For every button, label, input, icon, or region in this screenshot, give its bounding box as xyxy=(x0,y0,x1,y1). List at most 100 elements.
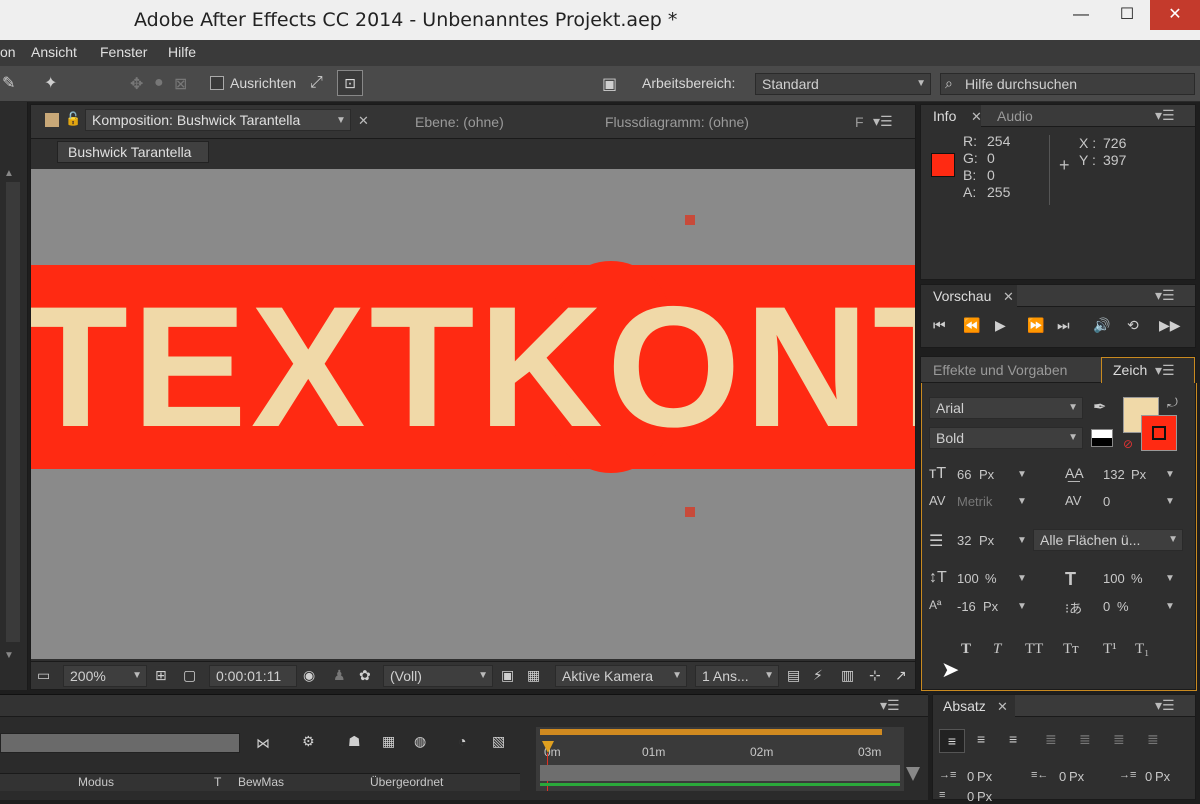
axis-tool-icon[interactable]: ✥ xyxy=(130,74,143,94)
subscript-button[interactable]: T₁ xyxy=(1135,641,1149,658)
pin-tool-icon[interactable]: ✦ xyxy=(44,73,57,93)
align-center-icon[interactable]: ≡ xyxy=(977,731,985,747)
exposure-icon[interactable]: ↗ xyxy=(895,667,907,684)
panel-menu-icon[interactable]: ▾☰ xyxy=(873,113,893,130)
faux-bold-button[interactable]: T xyxy=(961,641,971,658)
comp-name-chip[interactable]: Bushwick Tarantella xyxy=(57,141,209,163)
timeline-search-input[interactable] xyxy=(0,733,240,753)
chevron-down-icon[interactable]: ▼ xyxy=(1017,601,1027,612)
close-icon[interactable]: ✕ xyxy=(971,109,982,125)
chevron-down-icon[interactable]: ▼ xyxy=(1165,469,1175,480)
scroll-up-icon[interactable]: ▲ xyxy=(4,168,14,179)
close-button[interactable]: ✕ xyxy=(1150,0,1200,30)
help-search-input[interactable]: ⌕ Hilfe durchsuchen xyxy=(940,73,1195,95)
chevron-down-icon[interactable]: ▼ xyxy=(1017,573,1027,584)
close-icon[interactable]: ✕ xyxy=(997,699,1008,715)
shy-layers-icon[interactable]: ☗ xyxy=(348,733,361,750)
motion-blur-icon[interactable]: ◍ xyxy=(414,733,426,750)
resolution-dropdown[interactable]: (Voll) ▼ xyxy=(383,665,493,687)
close-icon[interactable]: ✕ xyxy=(358,113,369,129)
justify-left-icon[interactable]: ≣ xyxy=(1045,731,1057,748)
eyedropper-icon[interactable]: ✒ xyxy=(1093,397,1106,417)
tab-overflow[interactable]: F xyxy=(855,114,864,130)
font-style-dropdown[interactable]: Bold ▼ xyxy=(929,427,1083,449)
font-family-dropdown[interactable]: Arial ▼ xyxy=(929,397,1083,419)
layer-bar[interactable] xyxy=(540,765,900,781)
always-preview-icon[interactable]: ▭ xyxy=(37,667,50,684)
chevron-down-icon[interactable]: ▼ xyxy=(1165,573,1175,584)
justify-right-icon[interactable]: ≣ xyxy=(1113,731,1125,748)
tab-character[interactable]: Zeich xyxy=(1113,362,1147,378)
superscript-button[interactable]: T¹ xyxy=(1103,641,1117,658)
zoom-slider-icon[interactable] xyxy=(906,767,920,781)
work-area-bar[interactable] xyxy=(540,729,882,735)
panel-menu-icon[interactable]: ▾☰ xyxy=(880,697,900,714)
indent-right-value[interactable]: 0 xyxy=(1059,769,1066,784)
kerning-value[interactable]: Metrik xyxy=(957,494,992,509)
scrollbar[interactable] xyxy=(6,182,20,642)
space-before-value[interactable]: 0 xyxy=(967,789,974,804)
maximize-button[interactable]: ☐ xyxy=(1104,0,1150,30)
fast-preview-icon[interactable]: ⚡ xyxy=(813,667,823,684)
stroke-color-swatch[interactable] xyxy=(1141,415,1177,451)
snap-icon[interactable]: ⊡ xyxy=(337,70,363,96)
show-snapshot-icon[interactable]: ♟ xyxy=(333,667,346,684)
play-icon[interactable]: ▶ xyxy=(995,317,1006,334)
font-size-value[interactable]: 66 xyxy=(957,467,971,482)
no-fill-icon[interactable]: ⊘ xyxy=(1123,437,1133,451)
loop-icon[interactable]: ⟲ xyxy=(1127,317,1139,334)
camera-snapshot-icon[interactable]: ◉ xyxy=(303,667,315,684)
panel-menu-icon[interactable]: ▾☰ xyxy=(1155,287,1175,304)
camera-dropdown[interactable]: Aktive Kamera ▼ xyxy=(555,665,687,687)
menu-item-window[interactable]: Fenster xyxy=(100,44,147,60)
tab-preview[interactable]: Vorschau xyxy=(933,288,991,304)
ram-preview-icon[interactable]: ▶▶ xyxy=(1159,317,1181,334)
toggle-pixel-icon[interactable]: ▤ xyxy=(787,667,800,684)
all-caps-button[interactable]: TT xyxy=(1025,641,1043,658)
draft-3d-icon[interactable]: ⚙ xyxy=(302,733,315,750)
region-of-interest-icon[interactable]: ▣ xyxy=(501,667,514,684)
panel-menu-icon[interactable]: ▾☰ xyxy=(1155,362,1175,379)
stroke-mode-dropdown[interactable]: Alle Flächen ü... ▼ xyxy=(1033,529,1183,551)
tab-effects-presets[interactable]: Effekte und Vorgaben xyxy=(933,362,1067,378)
frame-blending-icon[interactable]: ▦ xyxy=(382,733,395,750)
audio-icon[interactable]: 🔊 xyxy=(1093,317,1110,334)
timeline-icon[interactable]: ▥ xyxy=(841,667,854,684)
composition-viewer[interactable]: TEXTKONT xyxy=(31,169,915,659)
menu-item-view[interactable]: Ansicht xyxy=(31,44,77,60)
chevron-down-icon[interactable]: ▼ xyxy=(1017,469,1027,480)
workspace-dropdown[interactable]: Standard ▼ xyxy=(755,73,931,95)
zoom-dropdown[interactable]: 200% ▼ xyxy=(63,665,147,687)
small-caps-button[interactable]: Tт xyxy=(1063,641,1079,658)
align-right-icon[interactable]: ≡ xyxy=(1009,731,1017,747)
last-frame-icon[interactable]: ⏭ xyxy=(1057,317,1070,334)
chevron-down-icon[interactable]: ▼ xyxy=(1017,535,1027,546)
indent-left-value[interactable]: 0 xyxy=(967,769,974,784)
anchor-handle-bottom[interactable] xyxy=(685,507,695,517)
safe-margins-icon[interactable]: ▢ xyxy=(183,667,196,684)
tsume-value[interactable]: 0 xyxy=(1103,599,1110,614)
chevron-down-icon[interactable]: ▼ xyxy=(1165,601,1175,612)
fit-icon[interactable]: ⊞ xyxy=(155,667,167,684)
flowchart-icon[interactable]: ⊹ xyxy=(869,667,881,684)
tab-info[interactable]: Info xyxy=(933,108,956,124)
minimize-button[interactable]: — xyxy=(1058,0,1104,30)
tab-flowchart[interactable]: Flussdiagramm: (ohne) xyxy=(605,114,749,130)
chevron-down-icon[interactable]: ▼ xyxy=(1017,496,1027,507)
baseline-shift-value[interactable]: -16 xyxy=(957,599,976,614)
transparency-grid-icon[interactable]: ▦ xyxy=(527,667,540,684)
time-ruler[interactable]: 0m 01m 02m 03m xyxy=(536,727,904,791)
tab-composition[interactable]: Komposition: Bushwick Tarantella ▼ xyxy=(85,109,351,131)
comp-mini-flowchart-icon[interactable]: ⋈ xyxy=(256,735,270,752)
timecode-display[interactable]: 0:00:01:11 xyxy=(209,665,297,687)
world-axis-icon[interactable]: ● xyxy=(154,74,164,92)
stroke-width-value[interactable]: 32 xyxy=(957,533,971,548)
align-checkbox[interactable] xyxy=(210,76,224,90)
default-colors-icon[interactable] xyxy=(1091,429,1113,447)
tracking-value[interactable]: 0 xyxy=(1103,494,1110,509)
align-left-icon[interactable]: ≡ xyxy=(939,729,965,753)
tab-audio[interactable]: Audio xyxy=(997,108,1033,124)
tab-layer[interactable]: Ebene: (ohne) xyxy=(415,114,504,130)
tab-paragraph[interactable]: Absatz xyxy=(943,698,986,714)
swap-colors-icon[interactable]: ⤾ xyxy=(1167,395,1178,411)
